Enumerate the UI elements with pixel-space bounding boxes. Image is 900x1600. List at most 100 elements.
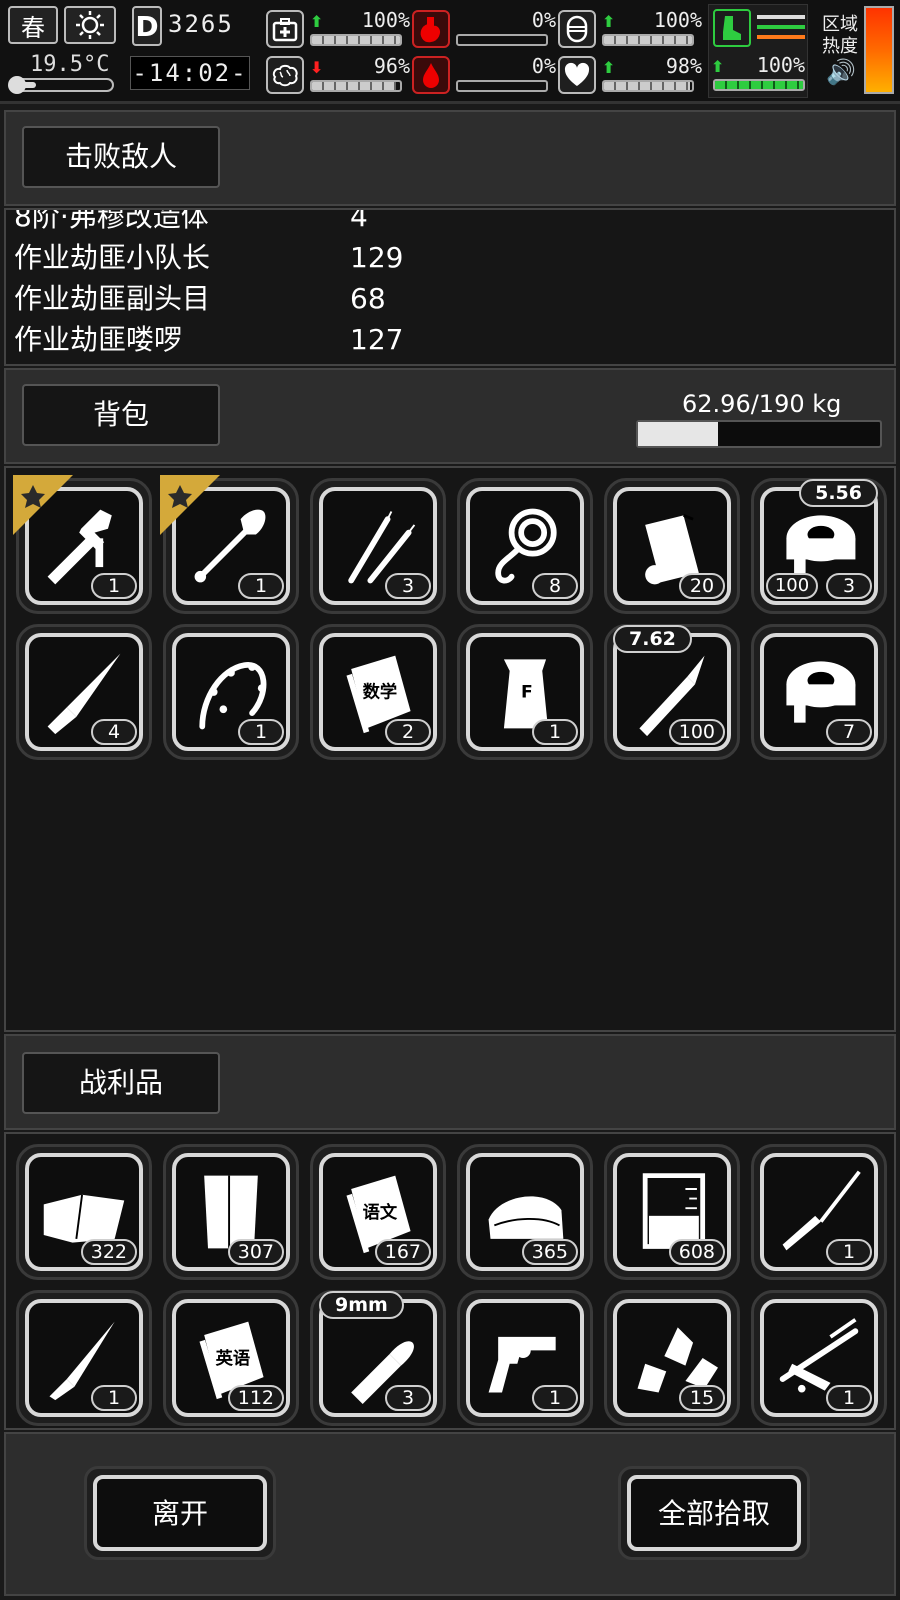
item-count: 8	[532, 573, 578, 599]
stamina-panel[interactable]: ⬆ 100%	[708, 4, 808, 98]
stat-bar	[602, 34, 694, 46]
leave-button[interactable]: 离开	[84, 1466, 276, 1560]
loot-grid[interactable]: 322 307 语文 167 365 608 1 1 英语 112 9mm 3 1 15 1	[4, 1132, 896, 1430]
tab-defeated-enemies[interactable]: 击败敌人	[22, 126, 220, 188]
speaker-icon[interactable]: 🔊	[826, 58, 856, 86]
item-slot[interactable]: 307	[163, 1144, 299, 1280]
item-slot[interactable]: 英语 112	[163, 1290, 299, 1426]
stat-value: 0%	[531, 8, 556, 32]
item-slot[interactable]: 1	[751, 1290, 887, 1426]
loot-header: 战利品	[4, 1034, 896, 1130]
status-hud: 春 19.5°C D 3265 -14:02- ⬆ 100% 0% ⬆ 100%…	[0, 0, 900, 104]
stat-bar	[456, 34, 548, 46]
item-slot[interactable]: F1	[457, 624, 593, 760]
trend-up-icon: ⬆	[310, 12, 324, 31]
enemy-row: 作业劫匪喽啰 127	[14, 319, 886, 360]
stat-value: 100%	[361, 8, 410, 32]
item-count: 365	[521, 1239, 578, 1265]
item-slot[interactable]: 365	[457, 1144, 593, 1280]
item-slot[interactable]: 1	[457, 1290, 593, 1426]
item-slot[interactable]: 5.56 100 3	[751, 478, 887, 614]
item-slot[interactable]: 数学 2	[310, 624, 446, 760]
enemy-count: 68	[350, 282, 386, 315]
weight-readout: 62.96/190 kg	[682, 390, 842, 418]
stat-bar	[310, 34, 402, 46]
item-durability: 100	[766, 573, 818, 599]
item-count: 1	[532, 1385, 578, 1411]
day-badge: D	[132, 6, 162, 46]
item-slot[interactable]: 20	[604, 478, 740, 614]
item-count: 3	[385, 1385, 431, 1411]
item-slot[interactable]: 7	[751, 624, 887, 760]
blood-drop-icon	[412, 56, 450, 94]
heart-icon	[558, 56, 596, 94]
sun-icon	[64, 6, 116, 44]
tab-backpack[interactable]: 背包	[22, 384, 220, 446]
item-count: 1	[826, 1385, 872, 1411]
defeated-list[interactable]: 8阶·弗穆改造体 4 作业劫匪小队长 129 作业劫匪副头目 68 作业劫匪喽啰 127	[4, 208, 896, 366]
item-count: 7	[826, 719, 872, 745]
item-slot[interactable]: 1	[163, 624, 299, 760]
season-label: 春	[21, 13, 45, 42]
item-slot[interactable]: 608	[604, 1144, 740, 1280]
item-count: 1	[91, 573, 137, 599]
game-clock: -14:02-	[130, 56, 250, 90]
zone-heat-meter	[864, 6, 894, 94]
item-slot[interactable]: 1	[751, 1144, 887, 1280]
enemy-name: 作业劫匪副头目	[14, 282, 211, 315]
item-slot[interactable]: 322	[16, 1144, 152, 1280]
item-slot[interactable]: 15	[604, 1290, 740, 1426]
backpack-grid[interactable]: 1 1 3 8 20 5.56 100 3 4 1 数学 2 F 1 7.62 100 7	[4, 466, 896, 1032]
enemy-count: 4	[350, 208, 368, 233]
item-slot[interactable]: 4	[16, 624, 152, 760]
trend-up-icon: ⬆	[602, 12, 616, 31]
enemy-row: 8阶·弗穆改造体 4	[14, 208, 886, 237]
item-count: 15	[679, 1385, 725, 1411]
weight-bar	[636, 420, 882, 448]
thermometer-icon	[8, 76, 114, 94]
item-count: 2	[385, 719, 431, 745]
enemy-count: 127	[350, 323, 404, 356]
stat-bar	[310, 80, 402, 92]
item-slot[interactable]: 1	[160, 475, 299, 614]
item-count: 3	[826, 573, 872, 599]
caliber-badge: 5.56	[799, 479, 878, 507]
enemy-name: 作业劫匪喽啰	[14, 323, 183, 356]
day-counter: 3265	[168, 10, 234, 38]
stat-value: 0%	[531, 54, 556, 78]
stamina-lines	[757, 15, 805, 45]
item-count: 1	[532, 719, 578, 745]
zone-heat-label: 区域热度	[822, 14, 858, 57]
temperature-readout: 19.5°C	[30, 52, 110, 77]
season-badge: 春	[8, 6, 58, 44]
enemy-row: 作业劫匪副头目 68	[14, 278, 886, 319]
item-count: 307	[227, 1239, 284, 1265]
item-count: 1	[91, 1385, 137, 1411]
stat-value: 96%	[373, 54, 410, 78]
item-slot[interactable]: 1	[13, 475, 152, 614]
stat-bar	[602, 80, 694, 92]
defeated-header: 击败敌人	[4, 110, 896, 206]
item-label: 语文	[363, 1202, 398, 1223]
tab-loot[interactable]: 战利品	[22, 1052, 220, 1114]
leave-button-label: 离开	[93, 1475, 267, 1551]
armor-icon	[558, 10, 596, 48]
item-label: 数学	[363, 682, 398, 703]
item-slot[interactable]: 1	[16, 1290, 152, 1426]
favorite-star-icon	[13, 475, 73, 535]
backpack-header: 背包 62.96/190 kg	[4, 368, 896, 464]
item-count: 1	[826, 1239, 872, 1265]
item-slot[interactable]: 7.62 100	[604, 624, 740, 760]
medkit-icon	[266, 10, 304, 48]
caliber-badge: 9mm	[319, 1291, 404, 1319]
boot-icon	[713, 9, 751, 47]
stat-value: 100%	[756, 53, 805, 77]
brain-icon	[266, 56, 304, 94]
item-slot[interactable]: 9mm 3	[310, 1290, 446, 1426]
item-slot[interactable]: 3	[310, 478, 446, 614]
item-count: 100	[668, 719, 725, 745]
take-all-button[interactable]: 全部拾取	[618, 1466, 810, 1560]
item-slot[interactable]: 8	[457, 478, 593, 614]
item-slot[interactable]: 语文 167	[310, 1144, 446, 1280]
stat-bar	[456, 80, 548, 92]
